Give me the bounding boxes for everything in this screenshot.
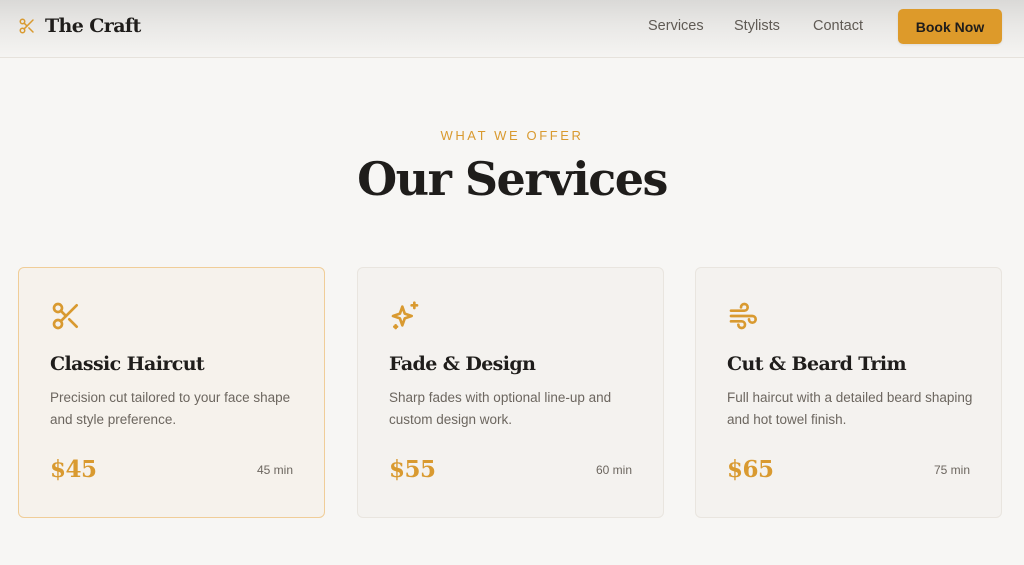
section-eyebrow: WHAT WE OFFER bbox=[440, 128, 584, 143]
top-navigation: The Craft Services Stylists Contact Book… bbox=[0, 0, 1024, 58]
service-description: Full haircut with a detailed beard shapi… bbox=[727, 390, 973, 427]
service-description: Sharp fades with optional line-up and cu… bbox=[389, 390, 612, 427]
scissors-icon bbox=[52, 302, 78, 330]
wind-icon bbox=[729, 302, 757, 330]
service-duration: 45 min bbox=[256, 463, 293, 477]
nav-link-contact[interactable]: Contact bbox=[813, 18, 863, 34]
service-title: Cut & Beard Trim bbox=[727, 353, 907, 375]
service-duration: 75 min bbox=[933, 463, 970, 477]
service-duration: 60 min bbox=[595, 463, 632, 477]
nav-link-services[interactable]: Services bbox=[648, 18, 704, 34]
service-title: Classic Haircut bbox=[50, 353, 205, 375]
sparkles-icon bbox=[391, 301, 419, 330]
service-card-cut-beard-trim[interactable]: Cut & Beard Trim Full haircut with a det… bbox=[695, 267, 1002, 518]
service-price: $65 bbox=[727, 456, 774, 483]
service-description: Precision cut tailored to your face shap… bbox=[50, 390, 291, 427]
book-now-button[interactable]: Book Now bbox=[898, 9, 1002, 44]
service-price: $55 bbox=[389, 456, 436, 483]
service-title: Fade & Design bbox=[389, 353, 536, 375]
service-card-classic-haircut[interactable]: Classic Haircut Precision cut tailored t… bbox=[18, 267, 325, 518]
service-price: $45 bbox=[50, 456, 97, 483]
nav-link-stylists[interactable]: Stylists bbox=[734, 18, 780, 34]
section-title: Our Services bbox=[357, 152, 668, 206]
nav-links: Services Stylists Contact bbox=[0, 18, 1024, 38]
service-card-fade-design[interactable]: Fade & Design Sharp fades with optional … bbox=[357, 267, 664, 518]
